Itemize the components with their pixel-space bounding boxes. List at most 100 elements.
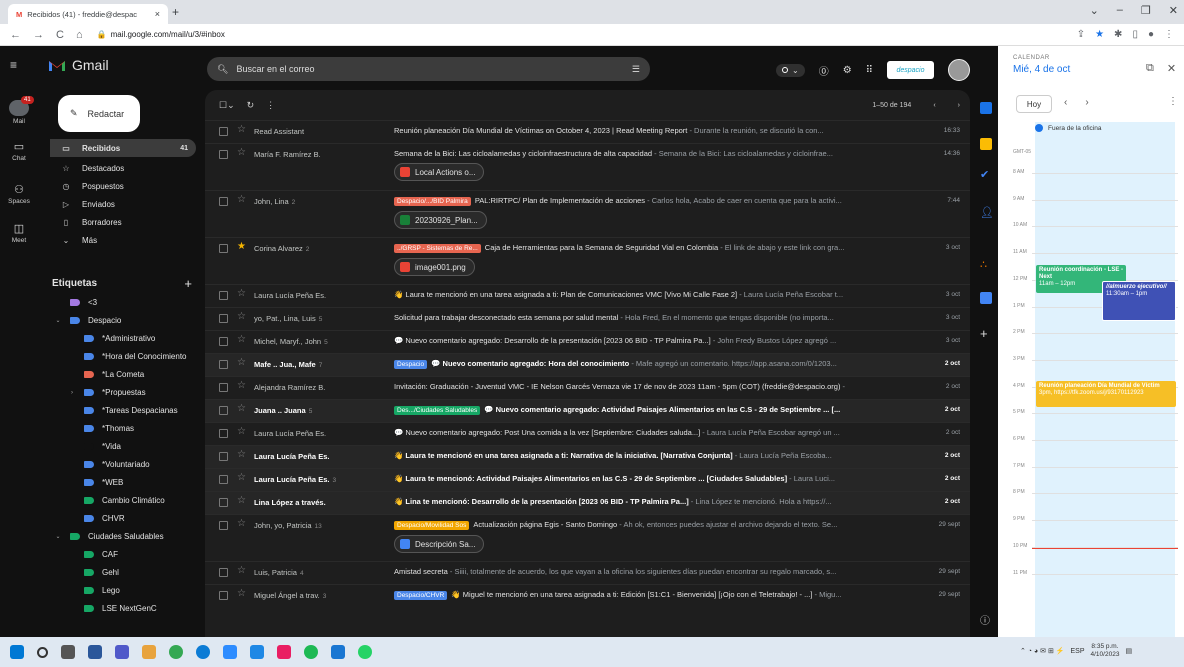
email-row[interactable]: ☆ Read Assistant Reunión planeación Día Mu… xyxy=(205,120,970,143)
close-tab-icon[interactable]: × xyxy=(155,9,160,19)
close-panel-icon[interactable]: ✕ xyxy=(1167,62,1176,75)
email-row[interactable]: ☆ Juana .. Juana 5 Des.../Ciudades Saludabl… xyxy=(205,399,970,422)
calendar-menu-icon[interactable]: ⋮ xyxy=(1168,96,1178,107)
spotify-icon[interactable] xyxy=(304,645,318,659)
label-item[interactable]: CAF xyxy=(68,546,118,563)
clock[interactable]: 8:35 p.m. 4/10/2023 xyxy=(1091,643,1120,660)
add-label-icon[interactable]: + xyxy=(184,276,192,291)
star-icon[interactable]: ★ xyxy=(237,241,249,252)
row-checkbox[interactable] xyxy=(219,291,228,300)
star-icon[interactable]: ☆ xyxy=(237,588,249,599)
star-icon[interactable]: ☆ xyxy=(237,311,249,322)
settings-gear-icon[interactable]: ⚙ xyxy=(843,65,852,76)
row-checkbox[interactable] xyxy=(219,406,228,415)
back-icon[interactable]: ← xyxy=(10,29,21,41)
label-item[interactable]: *Voluntariado xyxy=(68,456,150,473)
compose-button[interactable]: ✎ Redactar xyxy=(58,95,140,132)
browser-tab[interactable]: M Recibidos (41) - freddie@despac × xyxy=(8,4,168,24)
star-icon[interactable]: ☆ xyxy=(237,357,249,368)
label-chip[interactable]: Despacio/Movilidad Sos xyxy=(394,521,470,530)
app-icon[interactable] xyxy=(250,645,264,659)
row-checkbox[interactable] xyxy=(219,127,228,136)
star-icon[interactable]: ☆ xyxy=(237,426,249,437)
new-tab-icon[interactable]: + xyxy=(172,5,179,19)
prev-day-icon[interactable]: ‹ xyxy=(1064,97,1067,108)
email-row[interactable]: ☆ Laura Lucía Peña Es. 👋 Laura te mencionó… xyxy=(205,445,970,468)
calendar-date[interactable]: Mié, 4 de oct xyxy=(1013,64,1070,75)
row-checkbox[interactable] xyxy=(219,568,228,577)
row-checkbox[interactable] xyxy=(219,498,228,507)
rail-meet[interactable]: ◫ Meet xyxy=(0,222,38,244)
star-icon[interactable]: ☆ xyxy=(237,380,249,391)
row-checkbox[interactable] xyxy=(219,314,228,323)
profile-icon[interactable]: ● xyxy=(1148,29,1154,40)
chrome-icon[interactable] xyxy=(169,645,183,659)
label-item[interactable]: Lego xyxy=(68,582,120,599)
star-icon[interactable]: ☆ xyxy=(237,334,249,345)
close-window-icon[interactable]: ✕ xyxy=(1169,4,1178,17)
word-icon[interactable] xyxy=(88,645,102,659)
label-chip[interactable]: Des.../Ciudades Saludables xyxy=(394,406,481,415)
star-icon[interactable]: ☆ xyxy=(237,518,249,529)
label-chip[interactable]: Despacio/.../BID Palmira xyxy=(394,197,471,206)
sidepanel-icon[interactable]: ▯ xyxy=(1132,29,1138,40)
file-explorer-icon[interactable] xyxy=(142,645,156,659)
search-taskbar-icon[interactable] xyxy=(37,646,48,658)
label-chip[interactable]: ../GRSP - Sistemas de Re... xyxy=(394,244,481,253)
star-icon[interactable]: ☆ xyxy=(237,124,249,135)
task-view-icon[interactable] xyxy=(61,645,75,659)
label-item[interactable]: Cambio Climático xyxy=(68,492,165,509)
star-icon[interactable]: ☆ xyxy=(237,472,249,483)
email-row[interactable]: ☆ María F. Ramírez B. Semana de la Bici: L… xyxy=(205,143,970,190)
browser-menu-icon[interactable]: ⋮ xyxy=(1164,29,1174,40)
today-button[interactable]: Hoy xyxy=(1016,95,1052,113)
reload-icon[interactable]: C xyxy=(56,29,64,41)
tab-search-icon[interactable]: ⌄ xyxy=(1090,4,1099,17)
tray-icons[interactable]: ⌃ ◔ ◕ ✉ ⊞ ⚡ xyxy=(1020,647,1065,655)
row-checkbox[interactable] xyxy=(219,383,228,392)
label-item[interactable]: Gehl xyxy=(68,564,119,581)
info-icon[interactable]: ⓘ xyxy=(980,612,992,627)
status-toggle[interactable]: ⌄ xyxy=(776,63,805,77)
email-row[interactable]: ☆ Mafe .. Jua., Mafe 7 Despacio 💬 Nuevo come… xyxy=(205,353,970,376)
row-checkbox[interactable] xyxy=(219,244,228,253)
nav-inbox[interactable]: ▭ Recibidos 41 xyxy=(50,139,196,157)
newer-icon[interactable]: › xyxy=(958,102,960,109)
email-row[interactable]: ☆ Laura Lucía Peña Es. 💬 Nuevo comentario … xyxy=(205,422,970,445)
apps-grid-icon[interactable]: ⠿ xyxy=(866,65,873,76)
email-row[interactable]: ☆ Laura Lucía Peña Es. 3 👋 Laura te mencion… xyxy=(205,468,970,491)
row-checkbox[interactable] xyxy=(219,197,228,206)
star-icon[interactable]: ☆ xyxy=(237,449,249,460)
bookmark-star-icon[interactable]: ★ xyxy=(1095,29,1104,40)
edge-icon[interactable] xyxy=(196,645,210,659)
get-addons-icon[interactable]: + xyxy=(980,326,992,341)
row-checkbox[interactable] xyxy=(219,360,228,369)
teams-icon[interactable] xyxy=(115,645,129,659)
calendar-event[interactable]: //almuerzo ejecutivo//11:30am – 1pm xyxy=(1102,281,1176,321)
keep-addon-icon[interactable] xyxy=(980,138,992,150)
star-icon[interactable]: ☆ xyxy=(237,495,249,506)
calendar-addon-icon[interactable] xyxy=(980,102,992,114)
zoom-addon-icon[interactable] xyxy=(980,292,992,304)
label-item[interactable]: ⌄ Despacio xyxy=(54,312,121,329)
help-icon[interactable]: ⓪ xyxy=(819,63,829,78)
row-checkbox[interactable] xyxy=(219,591,228,600)
contacts-addon-icon[interactable]: 👤︎ xyxy=(980,206,994,219)
email-row[interactable]: ☆ Laura Lucía Peña Es. 👋 Laura te mencionó… xyxy=(205,284,970,307)
tasks-addon-icon[interactable]: ✔ xyxy=(980,168,992,181)
minimize-icon[interactable]: – xyxy=(1117,4,1123,17)
label-item[interactable]: CHVR xyxy=(68,510,125,527)
calendar-event[interactable]: Reunión planeación Día Mundial de Víctim… xyxy=(1036,381,1176,407)
email-row[interactable]: ☆ yo, Pat., Lina, Luis 5 Solicitud para tra… xyxy=(205,307,970,330)
label-item[interactable]: *Administrativo xyxy=(68,330,155,347)
email-row[interactable]: ☆ Luis, Patricia 4 Amistad secreta - Siiii,… xyxy=(205,561,970,584)
whatsapp-icon[interactable] xyxy=(358,645,372,659)
start-icon[interactable] xyxy=(10,645,24,659)
nav-drafts[interactable]: ▯ Borradores xyxy=(50,213,196,231)
attachment-chip[interactable]: Local Actions o... xyxy=(394,163,485,181)
row-checkbox[interactable] xyxy=(219,429,228,438)
nav-more[interactable]: ⌄ Más xyxy=(50,231,196,249)
search-options-icon[interactable]: ☰ xyxy=(632,64,640,75)
label-item[interactable]: *Thomas xyxy=(68,420,134,437)
allday-event[interactable]: Fuera de la oficina xyxy=(1035,124,1101,132)
